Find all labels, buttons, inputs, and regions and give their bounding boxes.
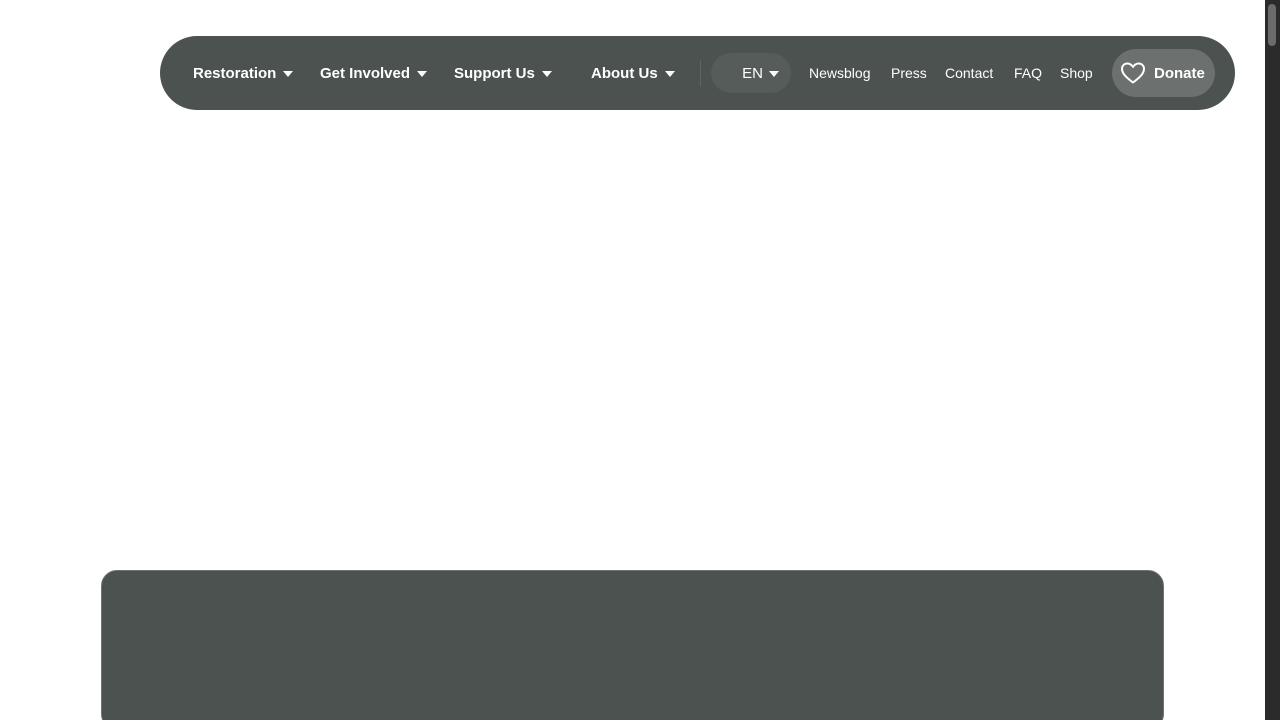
nav-menu-label: Restoration xyxy=(193,64,277,82)
scrollbar-thumb[interactable] xyxy=(1268,4,1276,46)
nav-link-newsblog[interactable]: Newsblog xyxy=(809,36,870,110)
caret-down-icon xyxy=(541,70,552,77)
nav-menu-support-us[interactable]: Support Us xyxy=(454,36,552,110)
page: Restoration Get Involved Support Us Abou… xyxy=(0,0,1280,720)
content-card xyxy=(101,570,1164,720)
donate-label: Donate xyxy=(1154,64,1205,82)
nav-menu-restoration[interactable]: Restoration xyxy=(193,36,294,110)
nav-link-contact[interactable]: Contact xyxy=(945,36,993,110)
vertical-scrollbar[interactable] xyxy=(1265,0,1280,720)
main-navbar: Restoration Get Involved Support Us Abou… xyxy=(160,36,1235,110)
nav-link-shop[interactable]: Shop xyxy=(1060,36,1093,110)
caret-down-icon xyxy=(664,70,675,77)
caret-down-icon xyxy=(417,70,428,77)
donate-button[interactable]: Donate xyxy=(1112,49,1215,97)
caret-down-icon xyxy=(769,70,779,77)
nav-divider xyxy=(700,60,701,86)
nav-menu-about-us[interactable]: About Us xyxy=(591,36,675,110)
language-select[interactable]: EN xyxy=(711,53,791,93)
nav-menu-label: About Us xyxy=(591,64,658,82)
nav-menu-get-involved[interactable]: Get Involved xyxy=(320,36,428,110)
nav-menu-label: Support Us xyxy=(454,64,535,82)
heart-icon xyxy=(1121,62,1145,84)
nav-menu-label: Get Involved xyxy=(320,64,411,82)
nav-link-press[interactable]: Press xyxy=(891,36,927,110)
nav-link-faq[interactable]: FAQ xyxy=(1014,36,1042,110)
language-value: EN xyxy=(742,64,763,82)
caret-down-icon xyxy=(283,70,294,77)
